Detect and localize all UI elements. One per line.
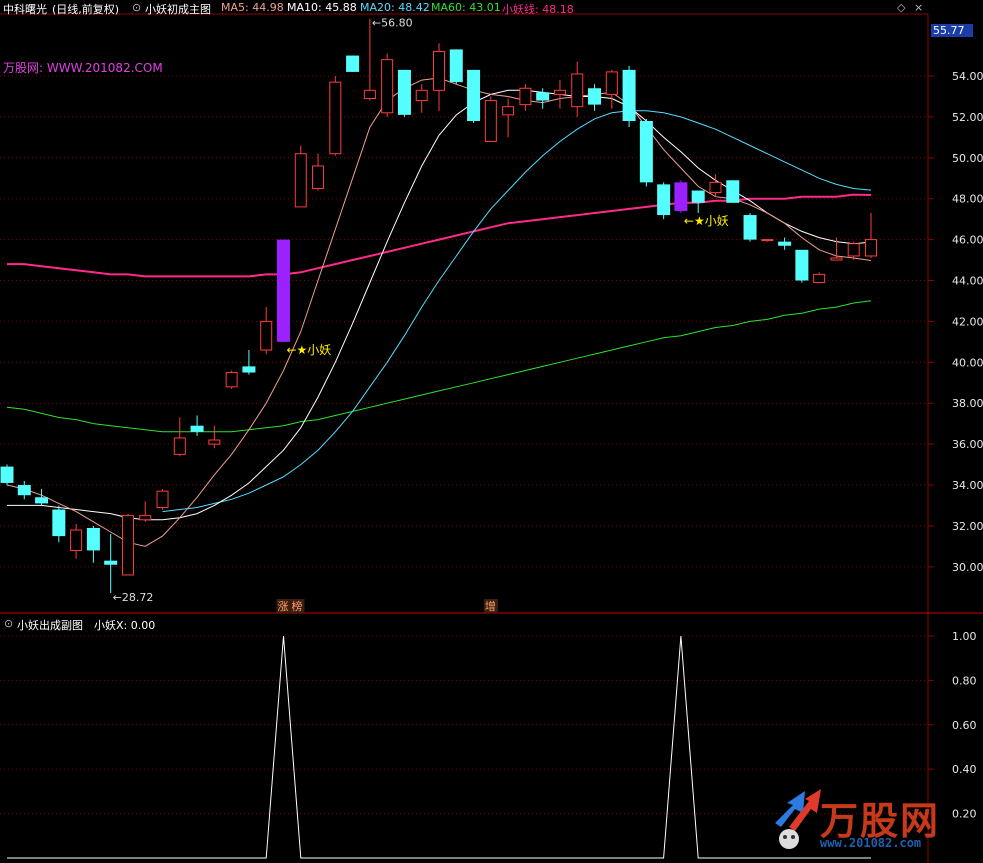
candle-body	[726, 180, 740, 203]
candle-body	[346, 55, 360, 72]
ma5-value: MA5: 44.98	[221, 1, 284, 14]
candle-body	[449, 49, 463, 83]
high-price-label: ←56.80	[372, 17, 413, 30]
sub-indicator-name[interactable]: 小妖出成副图	[17, 617, 83, 633]
close-icon[interactable]: ×	[914, 1, 923, 14]
candle-body	[86, 527, 100, 551]
candle-body	[588, 88, 602, 105]
y-tick-label: 44.00	[952, 275, 983, 288]
sub-indicator-toggle-icon[interactable]: ⊙	[4, 617, 13, 630]
candle-body	[605, 71, 618, 95]
candle-body	[657, 184, 671, 216]
candle-body	[276, 239, 290, 342]
candle-body	[190, 425, 204, 432]
candle-body	[795, 249, 809, 281]
y-tick-label: 34.00	[952, 479, 983, 492]
candle-body	[208, 439, 221, 445]
candle-body	[260, 320, 273, 351]
yao-line-value: 小妖线: 48.18	[502, 3, 574, 16]
ma20-line	[162, 110, 872, 513]
yao-line	[7, 193, 872, 278]
main-indicator-name[interactable]: 小妖初成主图	[145, 1, 211, 17]
current-price-badge: 55.77	[931, 24, 973, 37]
y-tick-label: 50.00	[952, 152, 983, 165]
candle-body	[173, 437, 186, 455]
sub-y-tick-label: 0.80	[952, 674, 977, 687]
y-tick-label: 32.00	[952, 520, 983, 533]
y-tick-label: 38.00	[952, 397, 983, 410]
candle-body	[312, 165, 325, 189]
ma60-line	[6, 300, 872, 433]
candle-body	[674, 182, 688, 211]
y-tick-label: 52.00	[952, 111, 983, 124]
y-tick-label: 42.00	[952, 315, 983, 328]
candle-body	[778, 241, 792, 246]
candle-body	[225, 372, 238, 388]
candle-body	[553, 89, 566, 95]
y-tick-label: 48.00	[952, 193, 983, 206]
y-tick-label: 30.00	[952, 561, 983, 574]
candle-body	[571, 73, 584, 108]
stock-chart[interactable]: 54.00 52.00 50.00 48.00 46.00 44.00 42.00 40.00…	[0, 0, 983, 863]
low-price-label: ←28.72	[113, 591, 154, 604]
candle-body	[156, 490, 169, 508]
candle-body	[813, 273, 826, 284]
candle-body	[363, 89, 376, 99]
candle-body	[70, 529, 83, 551]
candle-body	[639, 120, 653, 183]
candle-body	[397, 69, 411, 115]
candle-body	[35, 497, 49, 504]
badge-zeng: 增	[485, 599, 496, 613]
diamond-icon[interactable]: ◇	[897, 1, 905, 14]
sub-indicator-value: 小妖X: 0.00	[94, 619, 156, 632]
candle-body	[329, 81, 342, 155]
badge-bang: 榜	[291, 599, 302, 613]
ma60-value: MA60: 43.01	[431, 1, 501, 14]
ma5-line	[6, 77, 872, 547]
candle-body	[294, 153, 307, 208]
candle-body	[484, 100, 497, 142]
candle-body	[536, 92, 550, 101]
candle-body	[743, 215, 757, 240]
candle-body	[519, 87, 532, 106]
xiaoyao-x-line	[7, 635, 871, 859]
candle-body	[691, 190, 705, 203]
candle-body	[415, 89, 428, 102]
candle-body	[830, 257, 843, 261]
badge-zhang: 涨	[277, 600, 288, 613]
sub-y-tick-label: 0.60	[952, 719, 977, 732]
candle-body	[0, 466, 14, 483]
ma20-value: MA20: 48.42	[360, 1, 430, 14]
signal-label: ←★小妖	[684, 214, 729, 228]
candle-body	[52, 509, 66, 537]
candle-body	[622, 69, 636, 121]
candle-body	[381, 59, 394, 114]
candle-body	[709, 181, 722, 194]
y-tick-label: 46.00	[952, 234, 983, 247]
y-tick-label: 40.00	[952, 356, 983, 369]
sub-y-tick-label: 1.00	[952, 630, 977, 643]
candle-body	[433, 50, 445, 91]
candle-body	[139, 515, 152, 521]
candle-body	[847, 243, 860, 257]
candle-body	[121, 515, 134, 576]
candle-body	[17, 485, 31, 496]
stock-name: 中科曙光	[3, 3, 47, 16]
candle-body	[242, 366, 256, 373]
candle-body	[761, 239, 774, 242]
watermark-url: www.201082.com	[820, 836, 922, 850]
y-tick-label: 36.00	[952, 438, 983, 451]
ma10-line	[7, 89, 872, 521]
y-tick-label: 54.00	[952, 70, 983, 83]
candle-body	[502, 106, 515, 116]
indicator-toggle-icon[interactable]: ⊙	[132, 1, 141, 14]
candle-body	[865, 239, 877, 257]
ma10-value: MA10: 45.88	[287, 1, 357, 14]
signal-label: ←★小妖	[286, 343, 331, 357]
site-link[interactable]: 万股网: WWW.201082.COM	[3, 59, 163, 76]
candle-body	[104, 560, 118, 565]
sub-y-tick-label: 0.40	[952, 763, 977, 776]
chart-mode: (日线,前复权)	[52, 3, 120, 16]
candle-body	[467, 69, 481, 121]
